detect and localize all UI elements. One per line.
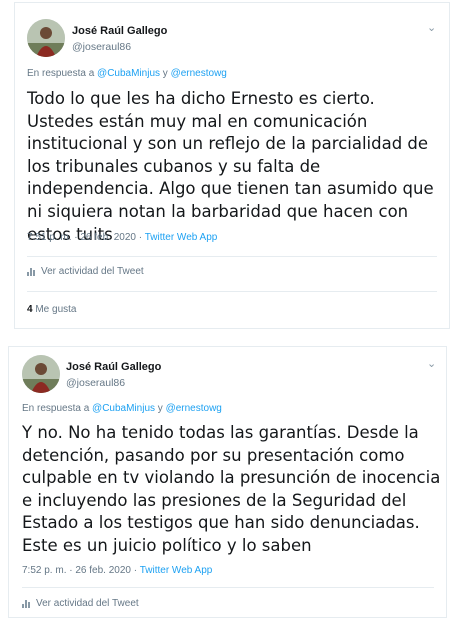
author-handle[interactable]: @joseraul86 — [72, 41, 131, 53]
tweet-source-link[interactable]: Twitter Web App — [145, 232, 218, 243]
bar-chart-icon — [22, 599, 30, 608]
divider — [27, 291, 437, 292]
avatar[interactable] — [22, 355, 60, 393]
reply-user-link[interactable]: @CubaMinjus — [97, 68, 160, 79]
chevron-down-icon[interactable]: ⌄ — [427, 357, 436, 370]
reply-user-link[interactable]: @ernestowg — [166, 403, 222, 414]
tweet-meta: 7:52 p. m. · 26 feb. 2020 · Twitter Web … — [22, 565, 212, 576]
reply-context: En respuesta a @CubaMinjus y @ernestowg — [27, 68, 227, 79]
tweet-activity-link[interactable]: Ver actividad del Tweet — [22, 598, 139, 609]
tweet-text: Todo lo que les ha dicho Ernesto es cier… — [27, 89, 434, 244]
reply-and: y — [162, 68, 168, 79]
tweet-card: José Raúl Gallego @joseraul86 ⌄ En respu… — [8, 346, 447, 618]
likes-count[interactable]: 4 Me gusta — [27, 304, 76, 315]
avatar-image — [27, 19, 65, 57]
tweet-activity-label: Ver actividad del Tweet — [41, 266, 144, 277]
likes-label: Me gusta — [35, 304, 77, 315]
tweet-activity-link[interactable]: Ver actividad del Tweet — [27, 266, 144, 277]
tweet-text: Y no. No ha tenido todas las garantías. … — [22, 423, 441, 555]
tweet-source-link[interactable]: Twitter Web App — [140, 565, 213, 576]
reply-prefix: En respuesta a — [27, 68, 95, 79]
bar-chart-icon — [27, 267, 35, 276]
reply-prefix: En respuesta a — [22, 403, 90, 414]
reply-user-link[interactable]: @CubaMinjus — [92, 403, 155, 414]
likes-number: 4 — [27, 304, 33, 315]
tweet-timestamp[interactable]: 7:52 p. m. · 26 feb. 2020 — [22, 565, 131, 576]
author-name[interactable]: José Raúl Gallego — [66, 361, 161, 373]
reply-user-link[interactable]: @ernestowg — [171, 68, 227, 79]
divider — [27, 256, 437, 257]
avatar[interactable] — [27, 19, 65, 57]
author-handle[interactable]: @joseraul86 — [66, 377, 125, 389]
meta-separator: · — [138, 232, 143, 243]
tweet-meta: 7:51 p. m. · 26 feb. 2020 · Twitter Web … — [27, 232, 217, 243]
reply-context: En respuesta a @CubaMinjus y @ernestowg — [22, 403, 222, 414]
divider — [22, 587, 434, 588]
author-name[interactable]: José Raúl Gallego — [72, 25, 167, 37]
tweet-card: José Raúl Gallego @joseraul86 ⌄ En respu… — [14, 2, 450, 329]
avatar-image — [22, 355, 60, 393]
reply-and: y — [157, 403, 163, 414]
chevron-down-icon[interactable]: ⌄ — [427, 21, 436, 34]
meta-separator: · — [133, 565, 138, 576]
tweet-timestamp[interactable]: 7:51 p. m. · 26 feb. 2020 — [27, 232, 136, 243]
tweet-activity-label: Ver actividad del Tweet — [36, 598, 139, 609]
